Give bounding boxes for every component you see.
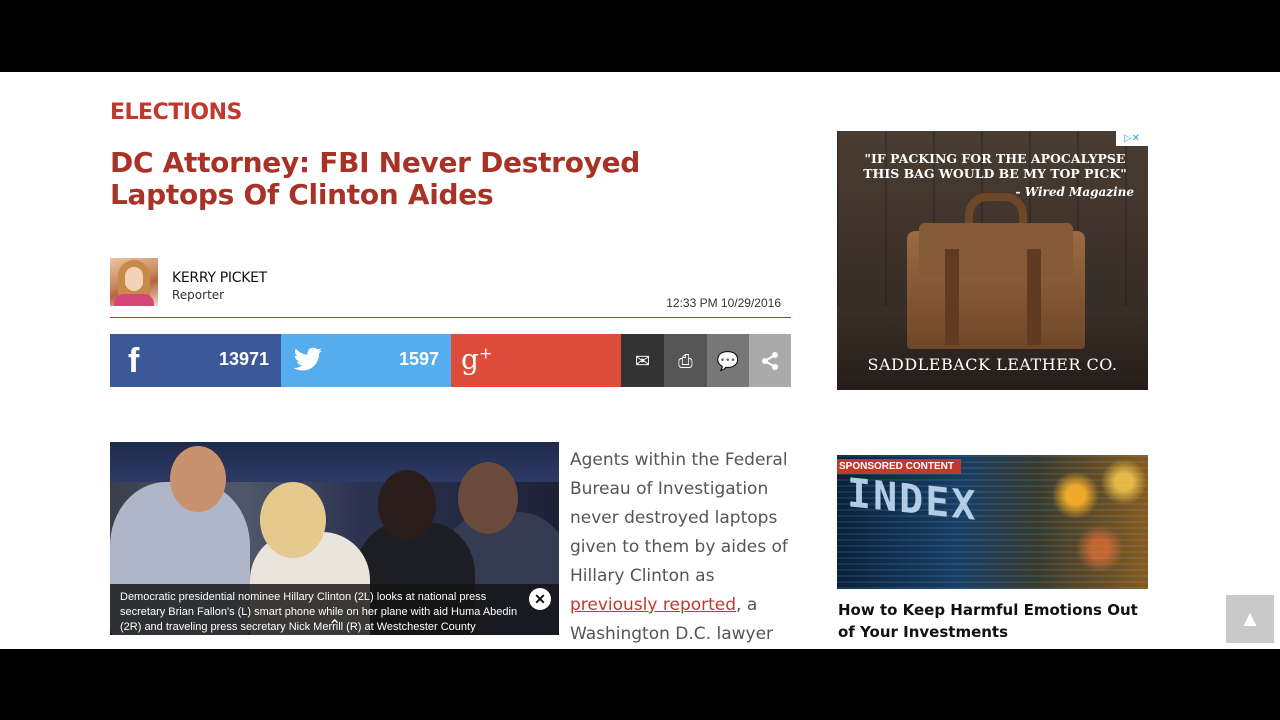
google-plus-share-button[interactable]: g+ [451,334,621,387]
publish-timestamp: 12:33 PM 10/29/2016 [666,296,781,310]
back-to-top-button[interactable]: ▲ [1226,595,1274,643]
comments-button[interactable]: 💬 [707,334,749,387]
google-plus-icon: g+ [461,343,493,376]
more-share-button[interactable] [749,334,791,387]
ad-source: - Wired Magazine [1015,185,1134,199]
envelope-icon: ✉ [634,350,651,371]
section-label[interactable]: ELECTIONS [110,100,242,125]
comment-bubbles-icon: 💬 [716,350,740,371]
facebook-share-count: 13971 [218,349,269,369]
article-body-text: Agents within the Federal Bureau of Inve… [570,450,788,644]
facebook-icon: f [128,342,140,380]
sponsored-article-title[interactable]: How to Keep Harmful Emotions Out of Your… [838,599,1148,643]
print-button[interactable]: ⎙ [664,334,707,387]
author-byline: KERRY PICKET Reporter 12:33 PM 10/29/201… [110,258,791,318]
share-icon [762,351,778,370]
caption-close-icon[interactable]: ✕ [529,588,551,610]
author-avatar[interactable] [110,258,158,306]
twitter-share-count: 1597 [398,349,439,369]
sponsored-image[interactable]: INDEX SPONSORED CONTENT [837,455,1148,589]
facebook-share-button[interactable]: f 13971 [110,334,281,387]
article-hero-image[interactable]: Democratic presidential nominee Hillary … [110,442,559,635]
advertisement-banner[interactable]: "IF PACKING FOR THE APOCALYPSE THIS BAG … [837,131,1148,390]
previously-reported-link[interactable]: previously reported [570,595,736,615]
caption-expand-icon[interactable]: ⌃ [328,616,341,635]
twitter-icon [293,347,322,371]
printer-icon: ⎙ [678,350,693,371]
ad-brand: SADDLEBACK LEATHER CO. [867,355,1118,374]
twitter-share-button[interactable]: 1597 [281,334,451,387]
author-name[interactable]: KERRY PICKET [172,270,267,286]
share-bar: f 13971 1597 g+ ✉ ⎙ 💬 [110,334,791,387]
ad-quote: "IF PACKING FOR THE APOCALYPSE THIS BAG … [863,151,1127,181]
email-share-button[interactable]: ✉ [621,334,664,387]
adchoices-icon[interactable]: ▷✕ [1116,131,1148,146]
author-role: Reporter [172,288,225,302]
sponsored-tag: SPONSORED CONTENT [837,459,962,474]
article-headline: DC Attorney: FBI Never Destroyed Laptops… [110,146,641,211]
article-page: ELECTIONS DC Attorney: FBI Never Destroy… [0,72,1280,649]
